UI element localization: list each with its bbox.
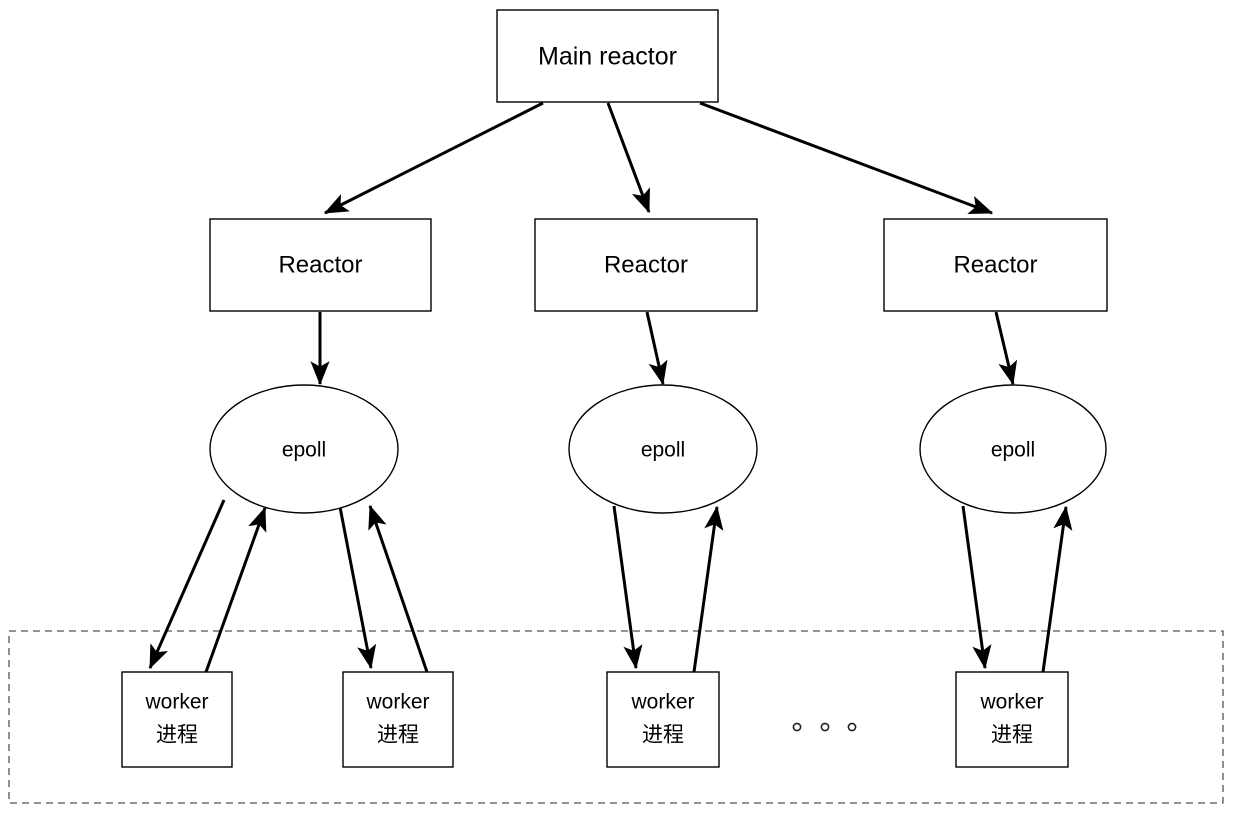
worker-2-box[interactable] [342, 671, 454, 768]
edge-reactor-3-to-epoll-3 [994, 311, 1018, 386]
edge-epoll-2-to-worker-3 [612, 505, 643, 670]
ellipsis-dot-1 [792, 722, 802, 732]
architecture-diagram: Main reactor Reactor Reactor Reactor epo… [8, 9, 1224, 804]
worker-4-label-line1: worker [979, 691, 1043, 714]
edge-main-reactor-to-reactor-2 [606, 102, 651, 214]
epoll-3-label: epoll [991, 439, 1035, 462]
epoll-1-label: epoll [282, 439, 326, 462]
worker-3-label-line1: worker [630, 691, 694, 714]
reactor-3-label: Reactor [953, 251, 1037, 278]
worker-2-label-line1: worker [365, 691, 429, 714]
worker-4-label-line2: 进程 [991, 724, 1033, 747]
node-reactor-3[interactable]: Reactor [883, 218, 1108, 312]
node-worker-1[interactable]: worker 进程 [121, 671, 233, 768]
edge-main-reactor-to-reactor-3 [699, 101, 994, 215]
main-reactor-label: Main reactor [538, 43, 677, 71]
diagram-root: Main reactor Reactor Reactor Reactor epo… [0, 0, 1240, 815]
epoll-2-label: epoll [641, 439, 685, 462]
ellipsis-dots [792, 722, 857, 732]
edge-worker-4-to-epoll-3 [1041, 505, 1073, 673]
node-epoll-3[interactable]: epoll [919, 384, 1107, 514]
ellipsis-dot-2 [820, 722, 830, 732]
worker-3-box[interactable] [606, 671, 720, 768]
edge-main-reactor-to-reactor-1 [323, 101, 544, 215]
edge-reactor-2-to-epoll-2 [645, 311, 668, 386]
node-main-reactor[interactable]: Main reactor [496, 9, 719, 103]
node-worker-2[interactable]: worker 进程 [342, 671, 454, 768]
worker-1-box[interactable] [121, 671, 233, 768]
edge-epoll-1-to-worker-1 [148, 499, 226, 670]
reactor-2-label: Reactor [604, 251, 688, 278]
edge-epoll-3-to-worker-4 [961, 505, 992, 670]
node-epoll-1[interactable]: epoll [209, 384, 399, 514]
node-epoll-2[interactable]: epoll [568, 384, 758, 514]
worker-4-box[interactable] [955, 671, 1069, 768]
worker-1-label-line2: 进程 [156, 724, 198, 747]
worker-2-label-line2: 进程 [377, 724, 419, 747]
edge-worker-3-to-epoll-2 [692, 505, 724, 673]
ellipsis-dot-3 [847, 722, 857, 732]
node-reactor-1[interactable]: Reactor [209, 218, 432, 312]
worker-1-label-line1: worker [144, 691, 208, 714]
edge-worker-1-to-epoll-1 [204, 506, 267, 673]
reactor-1-label: Reactor [278, 251, 362, 278]
worker-3-label-line2: 进程 [642, 724, 684, 747]
edge-epoll-1-to-worker-2 [338, 506, 377, 670]
node-worker-4[interactable]: worker 进程 [955, 671, 1069, 768]
node-worker-3[interactable]: worker 进程 [606, 671, 720, 768]
node-reactor-2[interactable]: Reactor [534, 218, 758, 312]
edge-worker-2-to-epoll-1 [368, 504, 429, 673]
